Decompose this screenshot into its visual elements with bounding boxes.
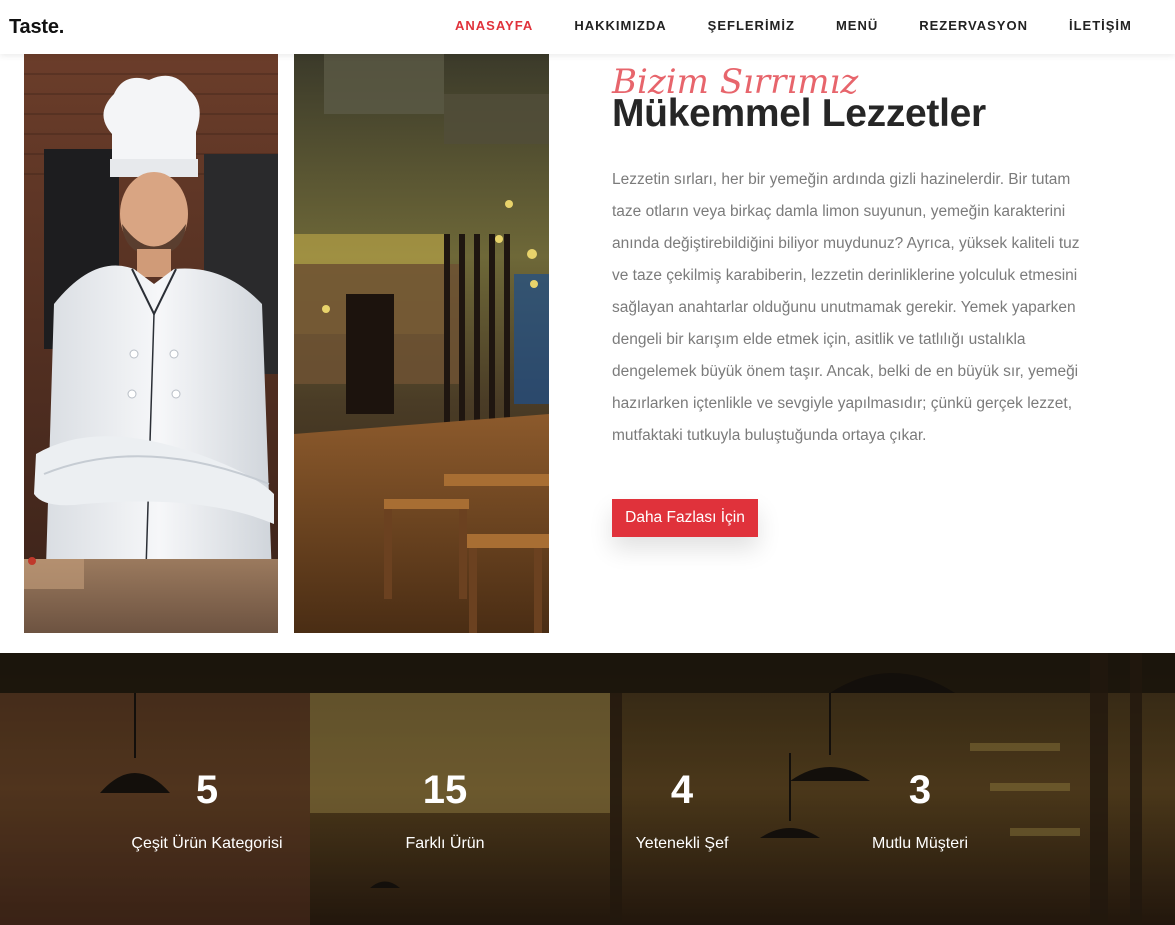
nav-item-seflerimiz[interactable]: ŞEFLERİMİZ (708, 18, 795, 33)
nav-item-iletisim[interactable]: İLETİŞİM (1069, 18, 1132, 33)
stat-number: 5 (195, 768, 219, 812)
stat-label: Mutlu Müşteri (871, 835, 969, 852)
stat-number: 4 (670, 768, 694, 812)
nav-item-rezervasyon[interactable]: REZERVASYON (919, 18, 1028, 33)
nav-item-menu[interactable]: MENÜ (836, 18, 878, 33)
stat-number: 15 (422, 768, 468, 812)
stat-label: Farklı Ürün (405, 835, 485, 852)
navbar: Taste. ANASAYFA HAKKIMIZDA ŞEFLERİMİZ ME… (0, 0, 1175, 54)
restaurant-interior-image (294, 54, 549, 633)
stats-section: 5 Çeşit Ürün Kategorisi 15 Farklı Ürün 4… (0, 653, 1175, 925)
stat-label: Çeşit Ürün Kategorisi (131, 835, 283, 852)
section-title: Mükemmel Lezzetler (612, 92, 986, 135)
nav-item-anasayfa[interactable]: ANASAYFA (455, 18, 533, 33)
stat-number: 3 (908, 768, 932, 812)
main-nav: ANASAYFA HAKKIMIZDA ŞEFLERİMİZ MENÜ REZE… (455, 18, 1132, 33)
about-paragraph: Lezzetin sırları, her bir yemeğin ardınd… (612, 171, 1080, 444)
stat-label: Yetenekli Şef (635, 835, 729, 852)
brand-logo[interactable]: Taste. (9, 16, 64, 39)
chef-image (24, 54, 278, 633)
more-info-button[interactable]: Daha Fazlası İçin (612, 499, 758, 537)
nav-item-hakkimizda[interactable]: HAKKIMIZDA (574, 18, 666, 33)
